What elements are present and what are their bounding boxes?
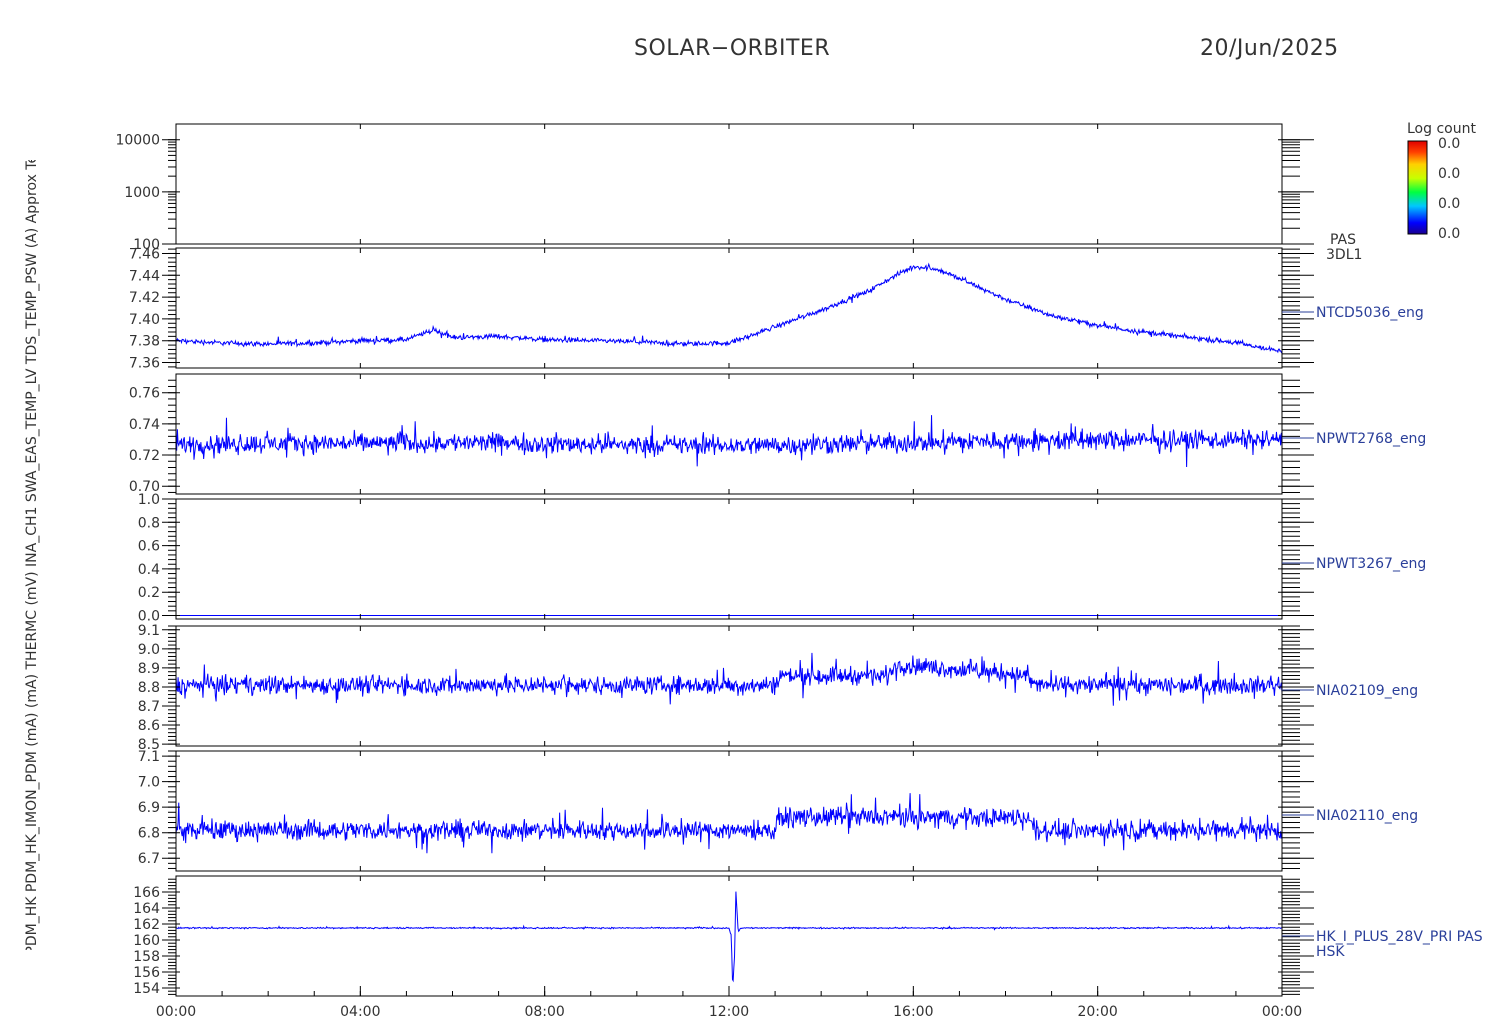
channel-label: PAS [1330, 232, 1356, 248]
y-tick-label: 1.0 [138, 492, 160, 508]
series-trace-hk_i_plus_28v [176, 891, 1282, 983]
y-tick-label: 10000 [115, 133, 160, 149]
panel-nia02109: 8.58.68.78.88.99.09.1NIA02109_eng [138, 623, 1418, 753]
y-tick-label: 6.9 [138, 800, 160, 816]
y-tick-label: 7.46 [129, 246, 160, 262]
y-tick-label: 8.6 [138, 718, 160, 734]
colorbar-scale [1407, 140, 1428, 235]
series-trace-npwt2768 [176, 415, 1282, 468]
y-tick-label: 0.74 [129, 417, 160, 433]
y-tick-label: 166 [133, 885, 160, 901]
panel-frame-npwt2768 [175, 373, 1283, 495]
panel-nia02110: 6.7 6.8 6.9 7.0 7.1 NIA02110_eng [138, 749, 1418, 872]
y-tick-label: 160 [133, 933, 160, 949]
x-tick-label: 00:00 [156, 1004, 196, 1020]
panel-frame-nia02110 [175, 750, 1283, 872]
panel-hk_i_plus_28v: 154156158160162164166 HK_I_PLUS_28V_PRI P… [133, 875, 1483, 997]
y-tick-label: 7.1 [138, 749, 160, 765]
channel-label: 3DL1 [1326, 247, 1362, 263]
colorbar-title: Log count [1407, 121, 1476, 137]
channel-label: NTCD5036_eng [1316, 305, 1424, 321]
series-trace-nia02109 [176, 652, 1282, 706]
y-tick-label: 9.1 [138, 623, 160, 639]
y-tick-label: 7.42 [129, 290, 160, 306]
channel-label: NIA02109_eng [1316, 683, 1418, 699]
x-tick-label: 20:00 [1077, 1004, 1117, 1020]
y-tick-label: 1000 [124, 185, 160, 201]
y-tick-label: 0.4 [138, 562, 160, 578]
y-tick-label: 0.6 [138, 539, 160, 555]
y-tick-label: 8.8 [138, 680, 160, 696]
y-tick-label: 0.72 [129, 448, 160, 464]
y-tick-label: 7.38 [129, 334, 160, 350]
series-trace-ntcd5036 [176, 262, 1282, 354]
channel-label: HSK [1316, 944, 1345, 960]
colorbar-tick-label: 0.0 [1438, 166, 1460, 182]
x-tick-label: 12:00 [709, 1004, 749, 1020]
y-tick-label: 158 [133, 949, 160, 965]
y-tick-label: 8.7 [138, 699, 160, 715]
series-trace-nia02110 [176, 793, 1282, 854]
colorbar-tick-label: 0.0 [1438, 196, 1460, 212]
panel-ntcd5036: 7.36 7.38 7.40 7.42 7.44 7.46 NTCD5036_eng [129, 246, 1424, 371]
colorbar-tick-label: 0.0 [1438, 226, 1460, 242]
y-tick-label: 164 [133, 901, 160, 917]
channel-label: HK_I_PLUS_28V_PRI PAS [1316, 929, 1483, 945]
channel-label: NPWT3267_eng [1316, 556, 1426, 572]
y-tick-label: 162 [133, 917, 160, 933]
panel-frame-pas_3dl1 [175, 123, 1283, 245]
x-tick-label: 16:00 [893, 1004, 933, 1020]
y-tick-label: 9.0 [138, 642, 160, 658]
x-tick-label: 04:00 [340, 1004, 380, 1020]
panel-pas_3dl1: 100100010000PAS3DL1 [115, 123, 1362, 263]
channel-label: NIA02110_eng [1316, 808, 1418, 824]
panel-frame-npwt3267 [175, 498, 1283, 620]
y-tick-label: 154 [133, 981, 160, 997]
y-tick-label: 8.9 [138, 661, 160, 677]
x-tick-label: 00:00 [1262, 1004, 1302, 1020]
panel-frame-hk_i_plus_28v [175, 875, 1283, 997]
panel-frame-ntcd5036 [175, 247, 1283, 369]
y-tick-label: 0.8 [138, 515, 160, 531]
y-tick-label: 7.36 [129, 356, 160, 372]
channel-label: NPWT2768_eng [1316, 431, 1426, 447]
y-tick-label: 7.44 [129, 268, 160, 284]
y-tick-label: 7.0 [138, 775, 160, 791]
y-tick-label: 7.40 [129, 312, 160, 328]
y-tick-label: 6.8 [138, 826, 160, 842]
y-tick-label: 0.76 [129, 386, 160, 402]
colorbar-tick-label: 0.0 [1438, 136, 1460, 152]
y-tick-label: 0.2 [138, 585, 160, 601]
x-tick-label: 08:00 [524, 1004, 564, 1020]
y-tick-label: 156 [133, 965, 160, 981]
stack-plot: 100100010000PAS3DL17.367.387.407.427.447… [115, 121, 1483, 1020]
y-tick-label: 6.7 [138, 851, 160, 867]
panel-npwt2768: 0.700.720.740.76NPWT2768_eng [129, 373, 1426, 495]
panel-npwt3267: 0.00.20.40.60.81.0NPWT3267_eng [138, 492, 1427, 625]
colorbar: Log count0.00.00.00.0 [1407, 121, 1476, 242]
